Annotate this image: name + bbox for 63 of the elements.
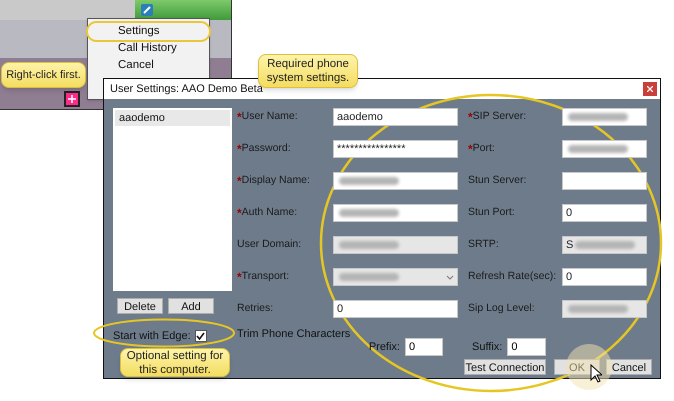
menu-item[interactable]: Settings [88,23,209,40]
checkbox-label: Start with Edge: [113,328,191,344]
field-label: Display Name: [242,173,310,188]
field-label: User Domain: [237,237,302,252]
field-label: Password: [242,141,291,156]
input-field[interactable]: 0 [507,338,546,356]
field-label: Retries: [237,301,274,316]
dialog-button[interactable]: Test Connection [464,359,546,375]
required-asterisk: * [468,141,473,158]
field-label: Stun Port: [468,205,515,220]
required-asterisk: * [237,269,242,286]
required-asterisk: * [237,109,242,126]
blurred-value [575,241,636,249]
field-label: Transport: [242,269,290,284]
field-label: SRTP: [468,237,499,252]
list-button[interactable]: Add [168,298,214,314]
section-label: Trim Phone Characters [237,328,352,340]
chevron-down-icon [446,274,454,280]
menu-item[interactable]: Cancel [88,57,209,74]
close-button[interactable] [643,82,657,96]
callout-bubble: Right-click first. [1,62,86,88]
field-label: Refresh Rate(sec): [468,269,556,284]
input-field[interactable]: 0 [333,300,458,318]
blurred-value [339,241,399,249]
input-field[interactable]: 0 [562,204,647,222]
input-field[interactable]: 0 [405,338,443,356]
field-label: User Name: [242,109,298,124]
input-field[interactable]: **************** [333,140,458,158]
field-label: SIP Server: [472,109,526,124]
tray-icon[interactable] [64,91,80,107]
click-highlight [566,344,612,390]
field-label: Suffix: [472,340,502,355]
menu-item[interactable]: Call History [88,40,209,57]
input-field[interactable]: 0 [562,268,647,286]
app-logo-icon [141,4,153,16]
input-field[interactable] [562,108,647,126]
checkbox[interactable] [194,330,207,342]
blurred-value [568,113,628,121]
required-asterisk: * [468,109,473,126]
field-label: Stun Server: [468,173,526,188]
blurred-value [568,305,628,313]
blurred-value [339,273,399,281]
cursor-icon [590,364,602,383]
dialog-button[interactable]: Cancel [606,359,652,375]
required-asterisk: * [237,205,242,222]
field-label: Port: [472,141,495,156]
check-icon [196,332,206,340]
callout-bubble: Optional setting for this computer. [120,348,230,377]
list-button[interactable]: Delete [117,298,163,314]
list-item[interactable]: aaodemo [115,110,230,126]
input-field[interactable] [562,140,647,158]
blurred-value [339,177,399,185]
input-field[interactable] [333,204,458,222]
required-asterisk: * [237,141,242,158]
close-icon [647,86,653,92]
input-field[interactable] [333,172,458,190]
field-label: Auth Name: [242,205,298,220]
input-field[interactable]: aaodemo [333,108,458,126]
required-asterisk: * [237,173,242,190]
input-field[interactable] [562,172,647,190]
blurred-value [568,145,628,153]
blurred-value [339,209,399,217]
field-label: Sip Log Level: [468,301,535,316]
